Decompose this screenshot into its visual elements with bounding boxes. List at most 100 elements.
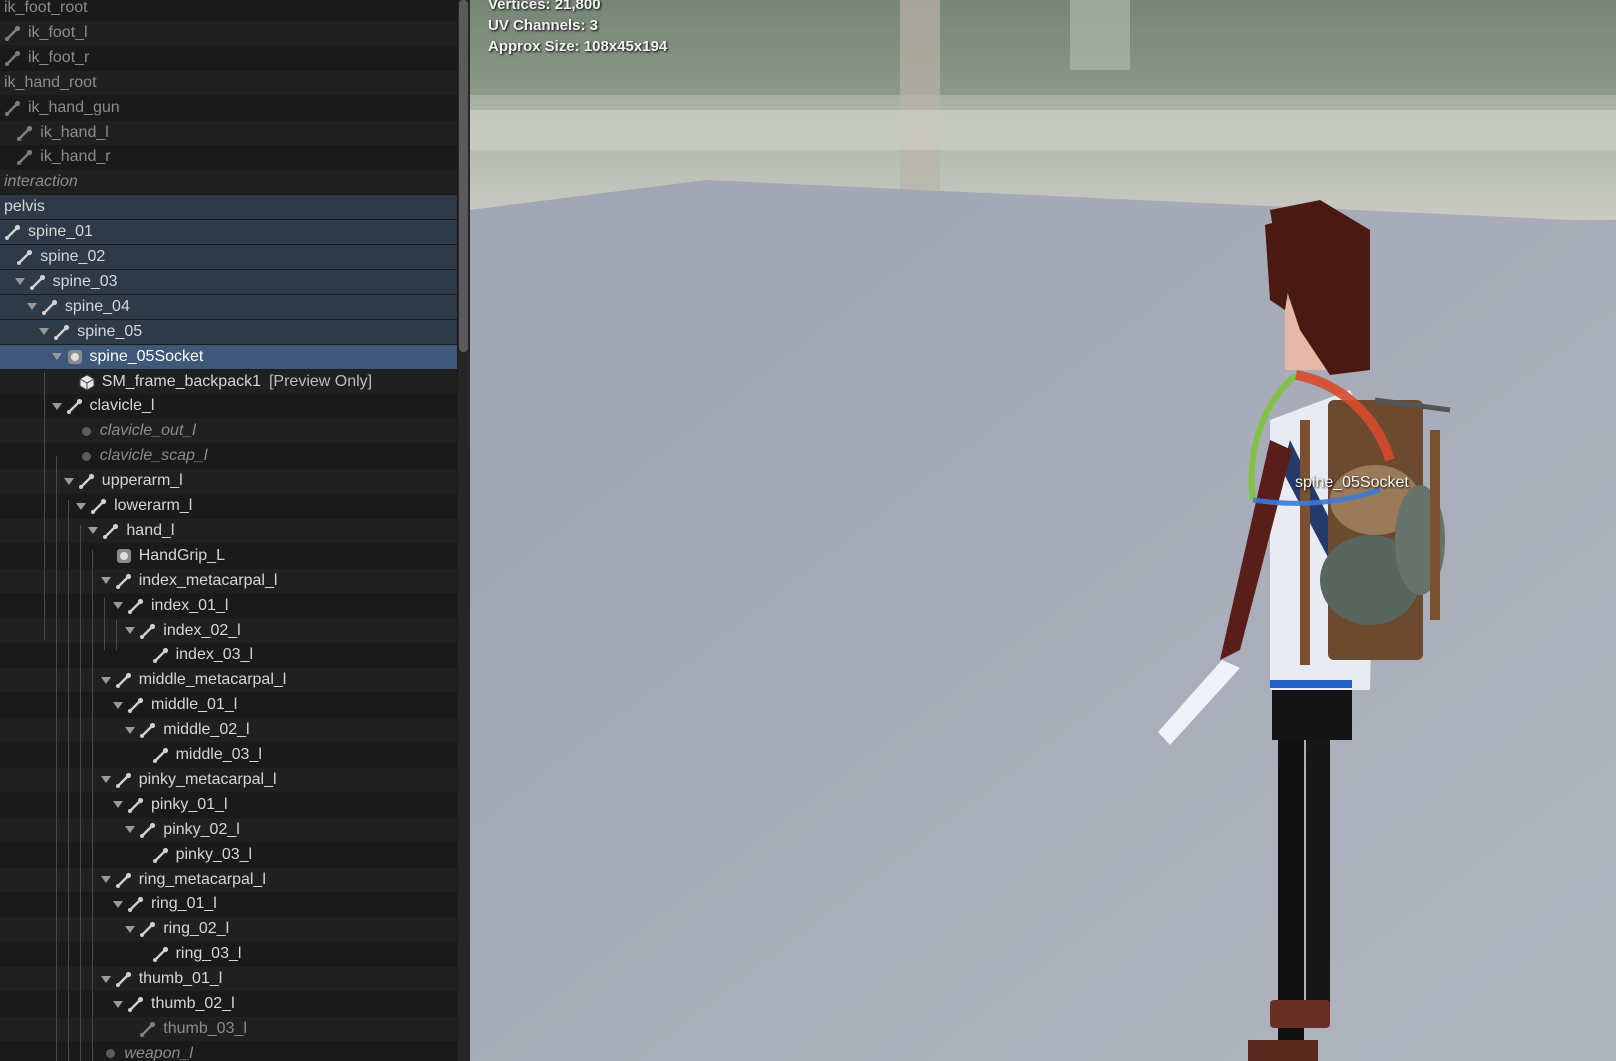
tree-row[interactable]: spine_04 — [0, 294, 457, 319]
tree-row-label: ik_hand_root — [4, 73, 97, 91]
expand-arrow-icon[interactable] — [39, 328, 50, 336]
tree-scrollbar[interactable] — [458, 0, 470, 1061]
tree-guide-line — [80, 525, 81, 1061]
expand-arrow-icon[interactable] — [113, 701, 123, 709]
scrollbar-thumb[interactable] — [459, 0, 468, 352]
tree-row-label: middle_03_l — [175, 746, 262, 763]
socket-icon — [115, 547, 133, 565]
tree-row-label: spine_05 — [77, 322, 143, 340]
tree-row-label: ring_02_l — [163, 920, 230, 938]
expand-arrow-icon[interactable] — [100, 577, 111, 585]
tree-row[interactable]: spine_05Socket — [0, 344, 457, 369]
expand-arrow-icon[interactable] — [113, 900, 123, 908]
tree-row-label: pinky_metacarpal_l — [138, 770, 277, 788]
bone-icon — [139, 721, 157, 739]
tree-row[interactable]: ik_hand_gun — [0, 96, 457, 120]
bone-icon — [152, 646, 170, 664]
tree-row-label: middle_02_l — [163, 721, 250, 739]
tree-row[interactable]: ik_hand_l — [0, 120, 457, 145]
bone-icon — [90, 497, 108, 515]
bone-icon — [127, 597, 145, 615]
tree-row[interactable]: spine_03 — [0, 269, 457, 294]
tree-row-label: spine_05Socket — [89, 347, 204, 365]
bone-icon — [115, 970, 133, 988]
tree-row-label: thumb_01_l — [138, 970, 223, 988]
tree-row-label: pinky_03_l — [175, 845, 253, 863]
expand-arrow-icon[interactable] — [113, 602, 123, 610]
tree-row[interactable]: spine_05 — [0, 319, 457, 344]
tree-row[interactable]: ik_foot_r — [0, 46, 457, 70]
tree-guide-line — [92, 550, 93, 1061]
tree-row-label: interaction — [4, 173, 78, 191]
tree-row[interactable]: SM_frame_backpack1 [Preview Only] — [0, 369, 457, 394]
tree-guide-line — [104, 598, 105, 650]
tree-row[interactable]: ik_hand_root — [0, 70, 457, 95]
tree-row-label: lowerarm_l — [114, 497, 193, 514]
expand-arrow-icon[interactable] — [88, 527, 99, 535]
tree-row-label: clavicle_scap_l — [99, 447, 208, 465]
tree-row-label: index_02_l — [163, 621, 241, 639]
tree-row-label: upperarm_l — [101, 472, 183, 490]
bone-icon — [139, 821, 157, 839]
tree-row-label: ring_metacarpal_l — [138, 870, 266, 888]
expand-arrow-icon[interactable] — [125, 826, 136, 834]
virtual-bone-icon — [81, 426, 91, 436]
bone-icon — [127, 796, 145, 814]
tree-row[interactable]: spine_02 — [0, 245, 457, 269]
expand-arrow-icon[interactable] — [76, 502, 87, 510]
expand-arrow-icon[interactable] — [14, 278, 25, 286]
bone-icon — [127, 995, 145, 1013]
tree-row[interactable]: pelvis — [0, 195, 457, 220]
tree-row[interactable]: ik_foot_l — [0, 20, 457, 45]
expand-arrow-icon[interactable] — [63, 477, 74, 485]
bone-icon — [4, 99, 22, 117]
viewport-stats: Vertices: 21,800 UV Channels: 3 Approx S… — [488, 0, 667, 57]
tree-row-label: hand_l — [126, 521, 175, 539]
expand-arrow-icon[interactable] — [51, 402, 62, 410]
tree-row[interactable]: upperarm_l — [0, 469, 457, 494]
expand-arrow-icon[interactable] — [113, 801, 123, 809]
bone-icon — [78, 472, 96, 490]
uv-channels-stat: UV Channels: 3 — [488, 17, 599, 34]
tree-row-label: pinky_01_l — [151, 795, 228, 813]
viewport[interactable]: Vertices: 21,800 UV Channels: 3 Approx S… — [470, 0, 1616, 1061]
tree-row[interactable]: clavicle_l — [0, 394, 457, 418]
bone-icon — [115, 771, 133, 789]
expand-arrow-icon[interactable] — [100, 676, 111, 684]
tree-row[interactable]: spine_01 — [0, 220, 457, 245]
expand-arrow-icon[interactable] — [51, 353, 62, 361]
bone-icon — [4, 223, 22, 241]
mesh-icon — [78, 373, 96, 391]
expand-arrow-icon[interactable] — [100, 876, 111, 883]
bone-icon — [115, 572, 133, 590]
tree-row-label: ik_foot_l — [28, 23, 88, 41]
tree-row[interactable]: interaction — [0, 170, 457, 195]
tree-row-label: HandGrip_L — [138, 546, 225, 564]
tree-row[interactable]: ik_hand_r — [0, 145, 457, 169]
bone-icon — [152, 846, 170, 864]
bone-icon — [139, 920, 157, 938]
tree-row[interactable]: clavicle_scap_l — [0, 444, 457, 468]
expand-arrow-icon[interactable] — [100, 776, 111, 784]
tree-row-label: pinky_02_l — [163, 820, 240, 838]
expand-arrow-icon[interactable] — [125, 925, 136, 933]
expand-arrow-icon[interactable] — [113, 1000, 123, 1008]
expand-arrow-icon[interactable] — [26, 303, 37, 311]
tree-row-label: ik_hand_l — [40, 123, 109, 141]
bone-icon — [41, 298, 59, 316]
skeleton-tree-panel: ik_foot_root ik_foot_l ik_foot_r ik_hand_ro… — [0, 0, 457, 1061]
bone-icon — [66, 397, 84, 415]
tree-row[interactable]: clavicle_out_l — [0, 419, 457, 444]
tree-row-label: index_03_l — [175, 646, 253, 664]
tree-row-label: ik_hand_gun — [28, 98, 120, 116]
expand-arrow-icon[interactable] — [125, 627, 136, 634]
bone-icon — [53, 323, 71, 341]
bone-icon — [139, 622, 157, 640]
tree-row-label: ring_01_l — [151, 895, 217, 913]
bone-icon — [152, 746, 170, 764]
expand-arrow-icon[interactable] — [125, 726, 136, 734]
expand-arrow-icon[interactable] — [100, 975, 111, 983]
preview-only-tag: [Preview Only] — [268, 372, 373, 390]
bone-icon — [16, 248, 34, 266]
tree-row[interactable]: ik_foot_root — [0, 0, 457, 20]
